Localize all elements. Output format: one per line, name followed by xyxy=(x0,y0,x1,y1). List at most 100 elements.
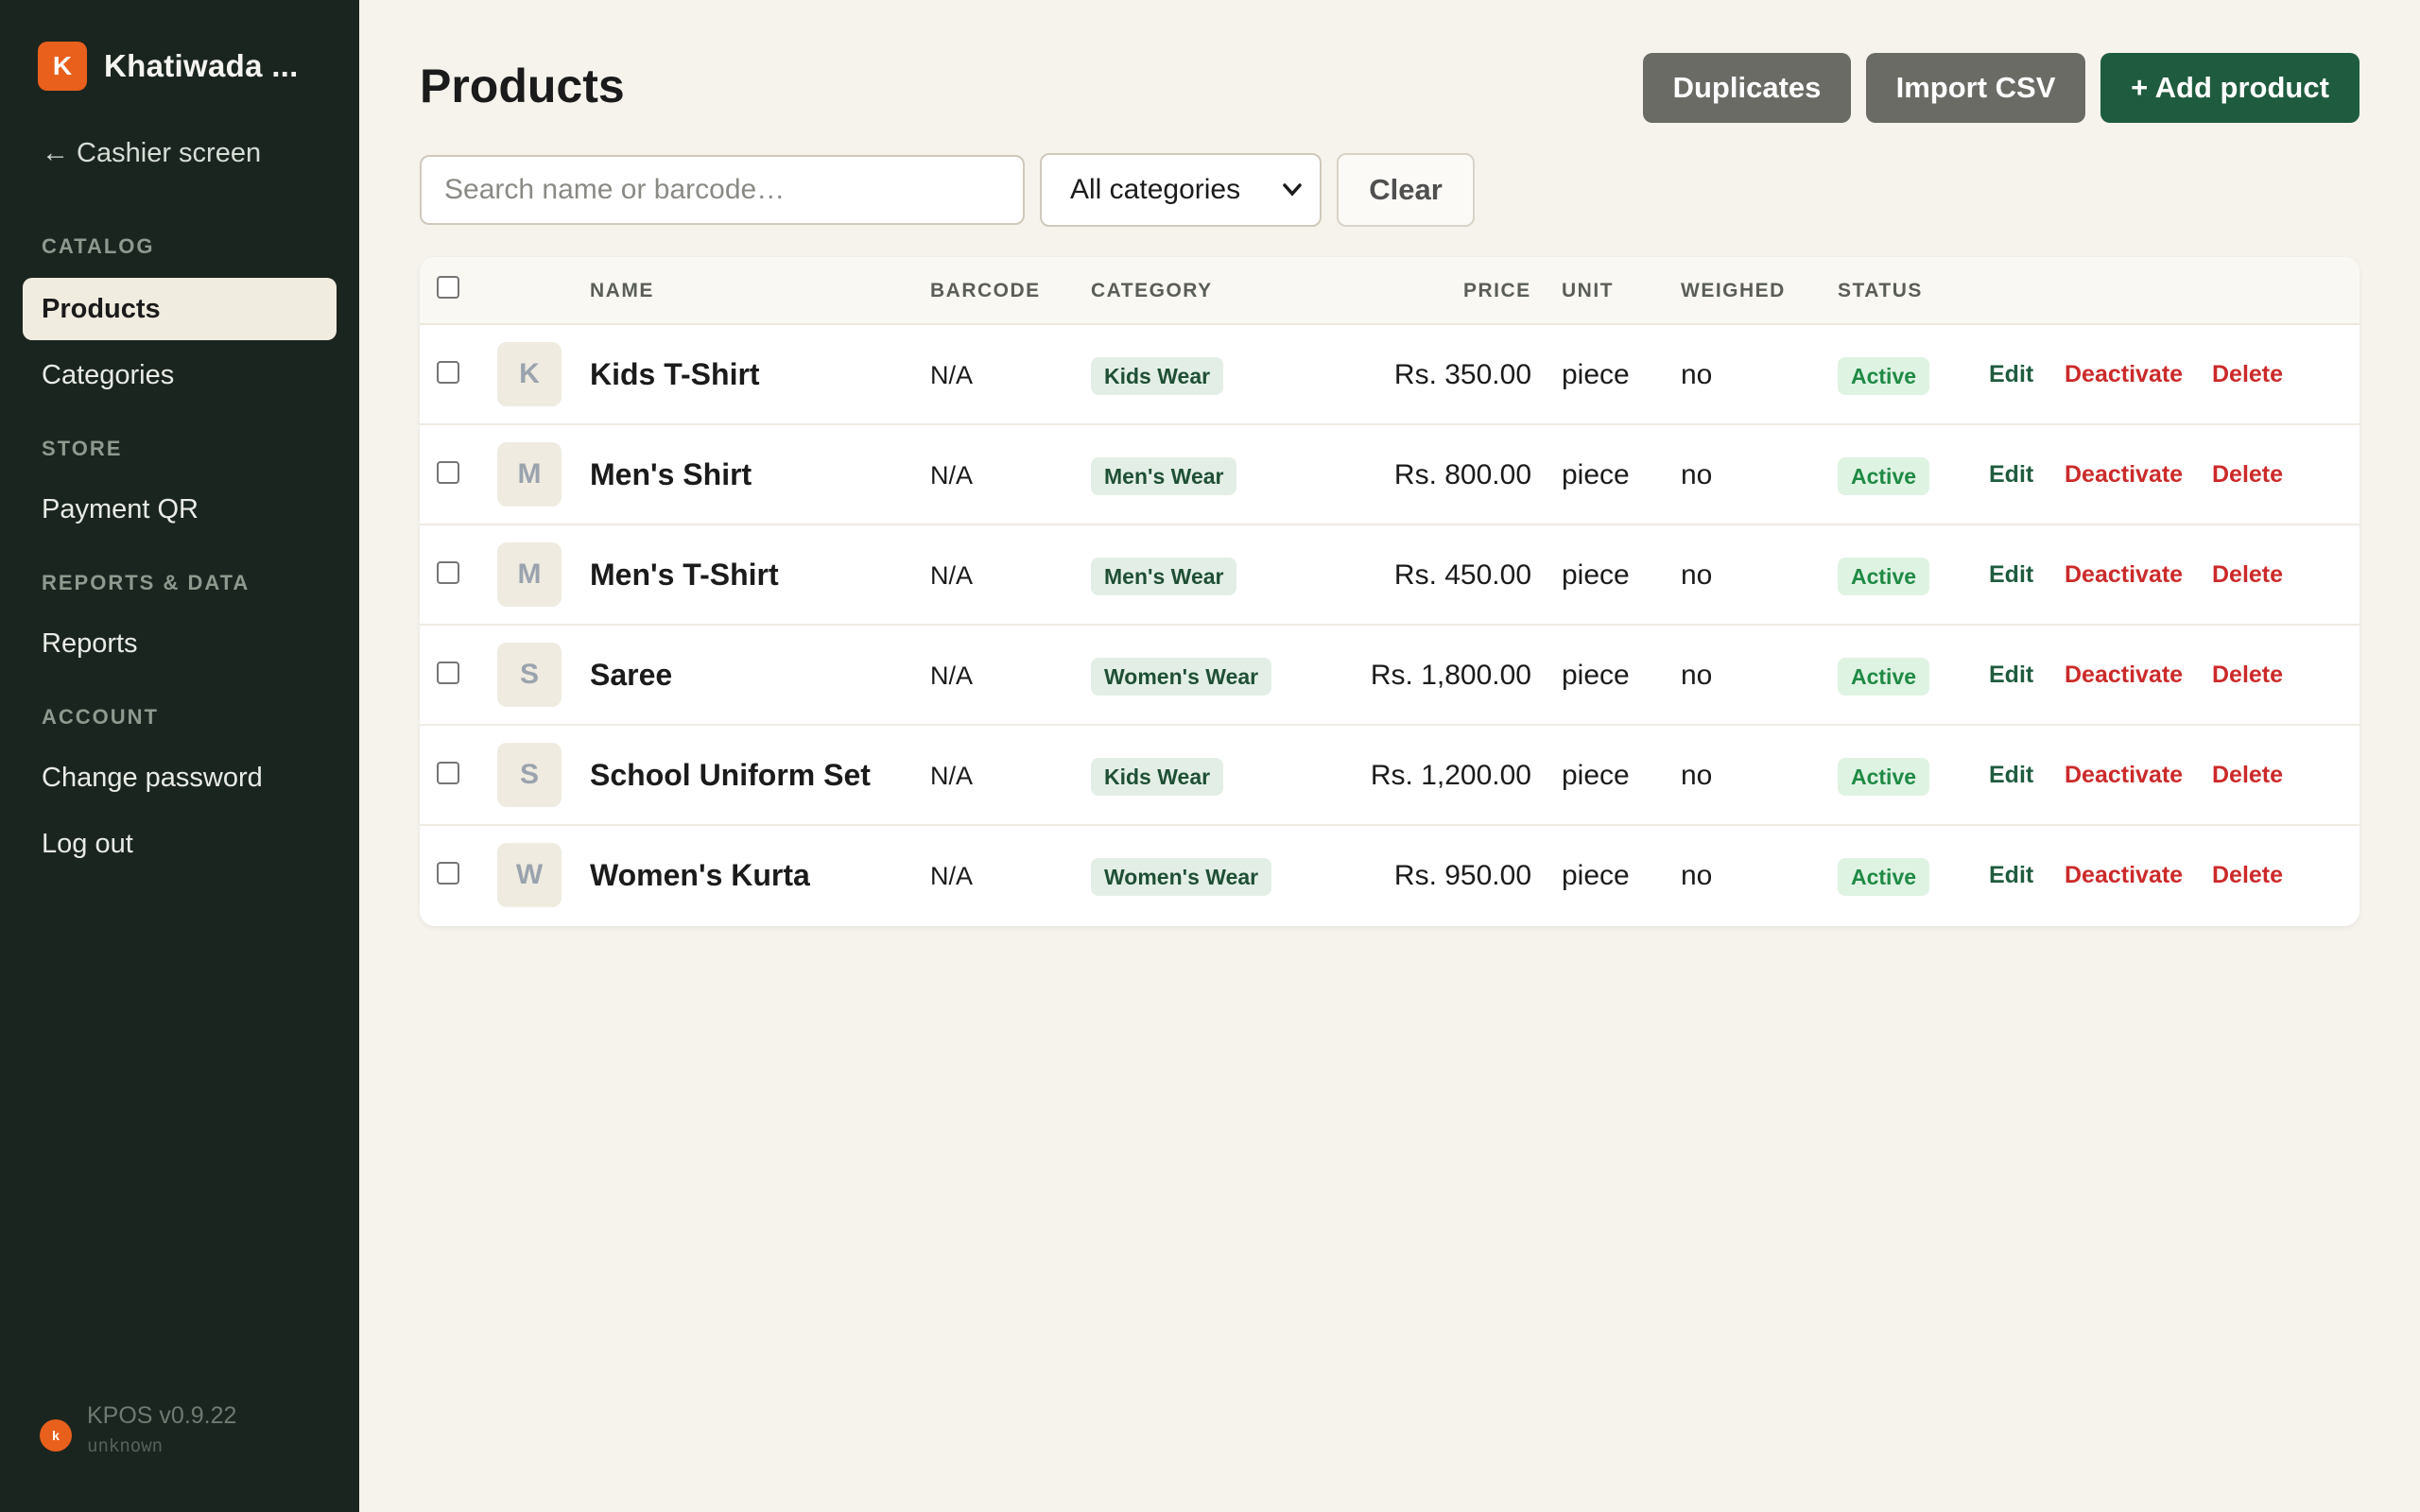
col-unit[interactable]: UNIT xyxy=(1562,280,1614,302)
edit-button[interactable]: Edit xyxy=(1989,561,2033,589)
status-badge: Active xyxy=(1838,758,1930,796)
product-unit: piece xyxy=(1562,459,1630,490)
delete-button[interactable]: Delete xyxy=(2212,862,2283,889)
col-weighed[interactable]: WEIGHED xyxy=(1681,280,1786,302)
product-avatar: S xyxy=(497,743,562,807)
col-barcode[interactable]: BARCODE xyxy=(930,280,1041,302)
product-barcode: N/A xyxy=(930,561,974,590)
row-checkbox[interactable] xyxy=(437,361,459,384)
deactivate-button[interactable]: Deactivate xyxy=(2065,461,2183,489)
delete-button[interactable]: Delete xyxy=(2212,561,2283,589)
delete-button[interactable]: Delete xyxy=(2212,662,2283,689)
product-name: Men's T-Shirt xyxy=(590,558,779,592)
product-unit: piece xyxy=(1562,760,1630,791)
product-weighed: no xyxy=(1681,760,1713,791)
sidebar-item-reports[interactable]: Reports xyxy=(23,612,337,675)
product-avatar: S xyxy=(497,643,562,707)
row-checkbox[interactable] xyxy=(437,862,459,885)
brand[interactable]: K Khatiwada ... xyxy=(38,42,299,91)
cashier-screen-link[interactable]: ← Cashier screen xyxy=(42,138,261,169)
category-badge: Men's Wear xyxy=(1091,457,1237,495)
edit-button[interactable]: Edit xyxy=(1989,662,2033,689)
select-all-checkbox[interactable] xyxy=(437,276,459,299)
brand-logo: K xyxy=(38,42,87,91)
product-price: Rs. 800.00 xyxy=(1393,459,1531,490)
deactivate-button[interactable]: Deactivate xyxy=(2065,361,2183,388)
category-badge: Women's Wear xyxy=(1091,858,1272,896)
deactivate-button[interactable]: Deactivate xyxy=(2065,862,2183,889)
edit-button[interactable]: Edit xyxy=(1989,461,2033,489)
sidebar-item-categories[interactable]: Categories xyxy=(23,344,337,406)
product-avatar: M xyxy=(497,542,562,607)
row-checkbox[interactable] xyxy=(437,461,459,484)
row-checkbox[interactable] xyxy=(437,762,459,784)
col-name[interactable]: NAME xyxy=(590,280,654,302)
col-price[interactable]: PRICE xyxy=(1463,280,1531,302)
clear-button[interactable]: Clear xyxy=(1337,153,1475,227)
row-checkbox[interactable] xyxy=(437,561,459,584)
table-row[interactable]: W Women's Kurta N/A Women's Wear Rs. 950.00 p… xyxy=(420,826,2360,926)
footer-text: KPOS v0.9.22 unknown xyxy=(87,1402,236,1456)
sidebar-item-log-out[interactable]: Log out xyxy=(23,813,337,875)
sidebar: K Khatiwada ... ← Cashier screen CATALOG… xyxy=(0,0,359,1512)
page-title: Products xyxy=(420,60,625,112)
section-account: ACCOUNT xyxy=(42,705,159,729)
table-row[interactable]: S Saree N/A Women's Wear Rs. 1,800.00 piece no… xyxy=(420,626,2360,726)
chevron-down-icon xyxy=(1282,176,1303,211)
product-avatar: W xyxy=(497,843,562,907)
sidebar-item-payment-qr[interactable]: Payment QR xyxy=(23,478,337,541)
sidebar-item-products[interactable]: Products xyxy=(23,278,337,340)
table-row[interactable]: S School Uniform Set N/A Kids Wear Rs. 1,200… xyxy=(420,726,2360,826)
section-catalog: CATALOG xyxy=(42,234,155,258)
products-table: NAME BARCODE CATEGORY PRICE UNIT WEIGHED… xyxy=(420,257,2360,926)
sidebar-item-change-password[interactable]: Change password xyxy=(23,747,337,809)
edit-button[interactable]: Edit xyxy=(1989,361,2033,388)
product-price: Rs. 950.00 xyxy=(1393,860,1531,891)
table-header: NAME BARCODE CATEGORY PRICE UNIT WEIGHED… xyxy=(420,257,2360,325)
table-row[interactable]: K Kids T-Shirt N/A Kids Wear Rs. 350.00 piece… xyxy=(420,325,2360,425)
status-badge: Active xyxy=(1838,357,1930,395)
delete-button[interactable]: Delete xyxy=(2212,762,2283,789)
product-unit: piece xyxy=(1562,359,1630,390)
deactivate-button[interactable]: Deactivate xyxy=(2065,662,2183,689)
table-row[interactable]: M Men's Shirt N/A Men's Wear Rs. 800.00 piece… xyxy=(420,425,2360,525)
category-badge: Kids Wear xyxy=(1091,357,1224,395)
footer-subtext: unknown xyxy=(87,1435,164,1456)
delete-button[interactable]: Delete xyxy=(2212,461,2283,489)
deactivate-button[interactable]: Deactivate xyxy=(2065,561,2183,589)
product-weighed: no xyxy=(1681,559,1713,591)
col-category[interactable]: CATEGORY xyxy=(1091,280,1213,302)
table-row[interactable]: M Men's T-Shirt N/A Men's Wear Rs. 450.00 pie… xyxy=(420,525,2360,626)
edit-button[interactable]: Edit xyxy=(1989,762,2033,789)
col-status[interactable]: STATUS xyxy=(1838,280,1923,302)
row-checkbox[interactable] xyxy=(437,662,459,684)
status-badge: Active xyxy=(1838,658,1930,696)
deactivate-button[interactable]: Deactivate xyxy=(2065,762,2183,789)
product-barcode: N/A xyxy=(930,662,974,690)
product-barcode: N/A xyxy=(930,461,974,490)
product-barcode: N/A xyxy=(930,361,974,389)
category-badge: Women's Wear xyxy=(1091,658,1272,696)
delete-button[interactable]: Delete xyxy=(2212,361,2283,388)
product-unit: piece xyxy=(1562,860,1630,891)
status-badge: Active xyxy=(1838,457,1930,495)
edit-button[interactable]: Edit xyxy=(1989,862,2033,889)
product-unit: piece xyxy=(1562,660,1630,691)
product-name: Men's Shirt xyxy=(590,457,752,491)
product-name: Women's Kurta xyxy=(590,858,810,892)
import-csv-button[interactable]: Import CSV xyxy=(1866,53,2085,123)
add-product-button[interactable]: + Add product xyxy=(2100,53,2360,123)
section-store: STORE xyxy=(42,437,123,460)
product-avatar: M xyxy=(497,442,562,507)
category-select-value: All categories xyxy=(1070,174,1241,205)
product-barcode: N/A xyxy=(930,862,974,890)
category-select[interactable]: All categories xyxy=(1040,153,1322,227)
duplicates-button[interactable]: Duplicates xyxy=(1643,53,1851,123)
status-badge: Active xyxy=(1838,558,1930,595)
product-price: Rs. 450.00 xyxy=(1393,559,1531,591)
product-name: Kids T-Shirt xyxy=(590,357,760,391)
product-weighed: no xyxy=(1681,359,1713,390)
product-weighed: no xyxy=(1681,660,1713,691)
search-input[interactable] xyxy=(420,155,1025,225)
product-unit: piece xyxy=(1562,559,1630,591)
